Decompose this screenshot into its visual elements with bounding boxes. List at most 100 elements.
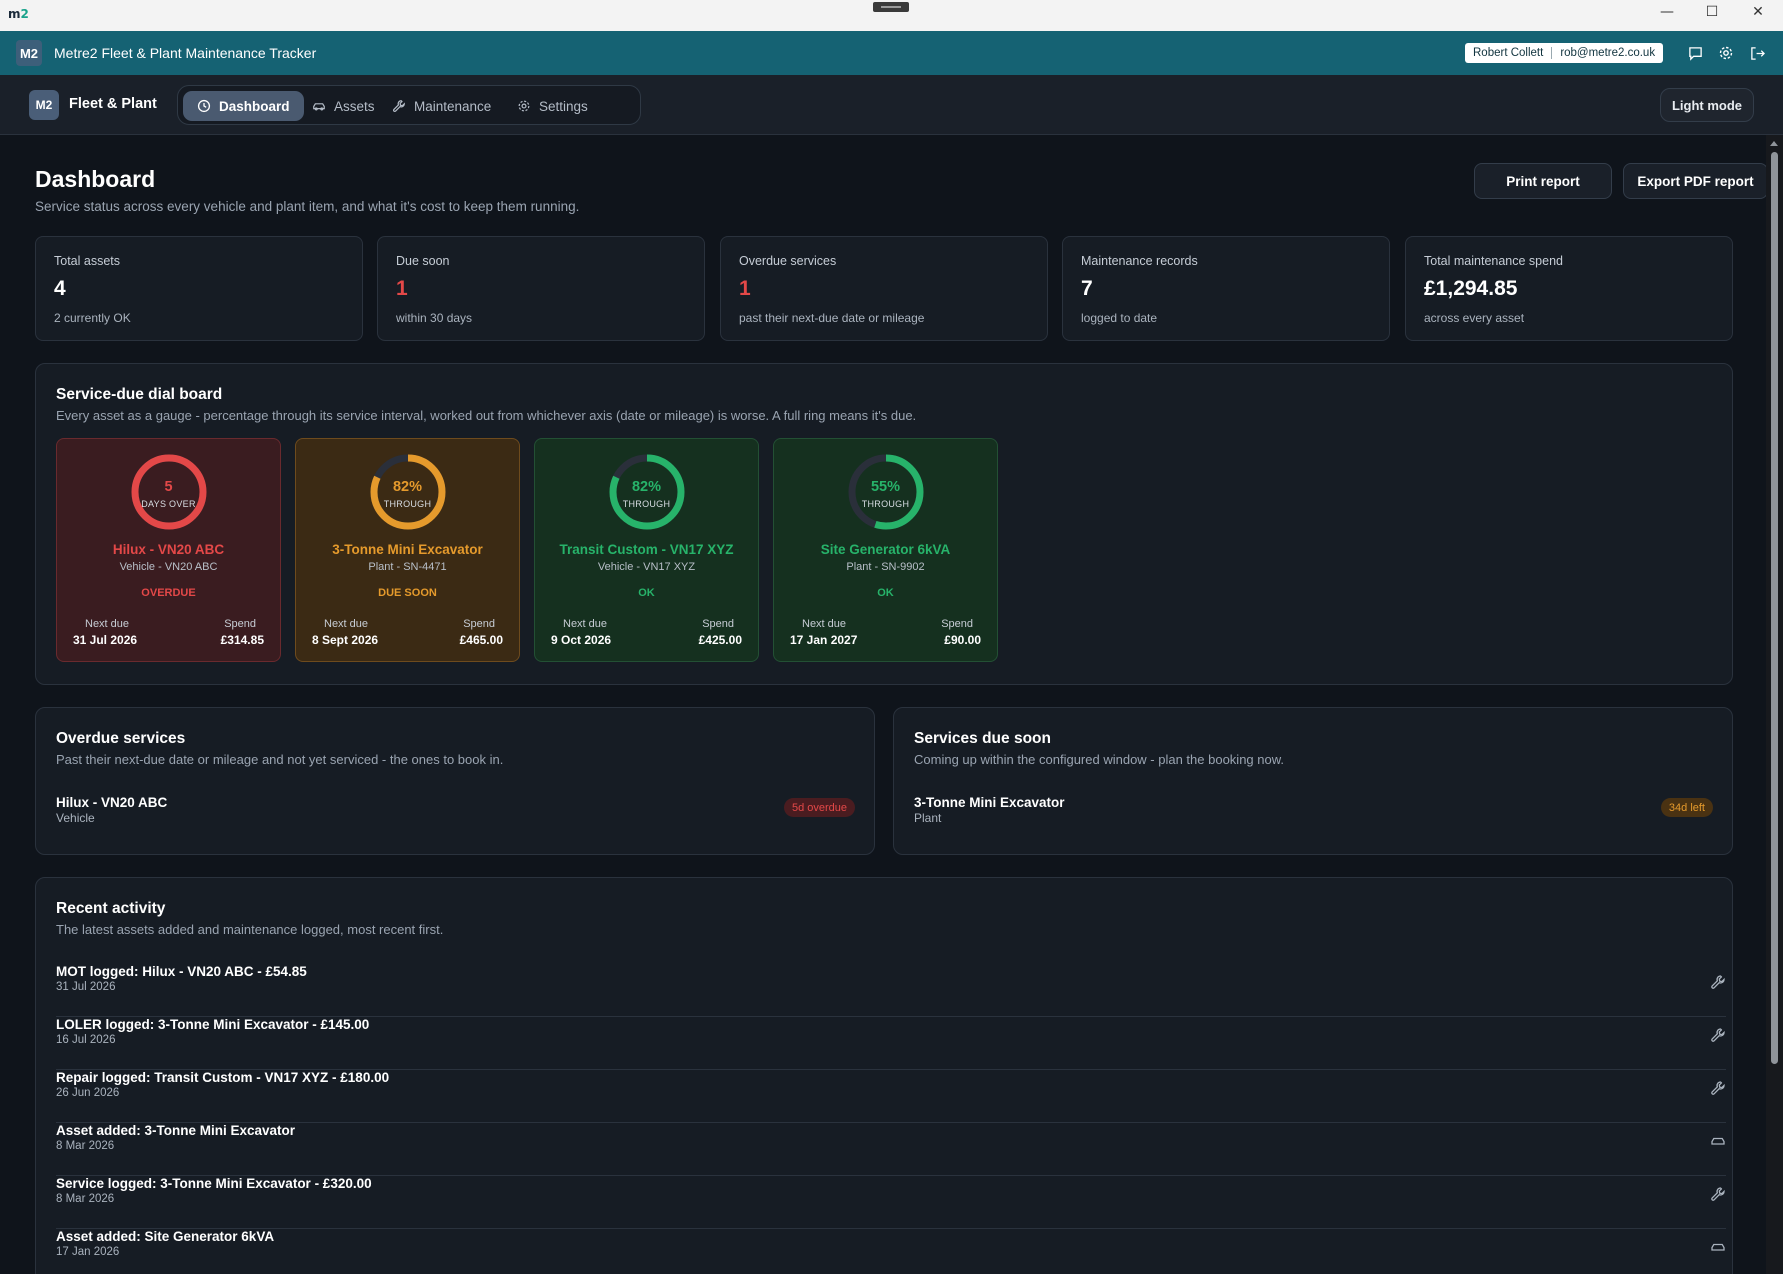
section-title: Service-due dial board — [56, 386, 223, 403]
asset-type: Plant - SN-9902 — [846, 561, 925, 573]
activity-text: Asset added: 3-Tonne Mini Excavator — [56, 1123, 296, 1138]
app-badge: M2 — [16, 40, 42, 66]
overdue-item-type: Vehicle — [56, 811, 95, 825]
spend-label: Spend — [702, 618, 734, 630]
maximize-button[interactable]: ☐ — [1700, 4, 1724, 20]
stat-due-soon: Due soon 1 within 30 days — [377, 236, 705, 341]
activity-text: Repair logged: Transit Custom - VN17 XYZ… — [56, 1070, 390, 1085]
due-soon-panel: Services due soon Coming up within the c… — [893, 707, 1733, 855]
tab-settings[interactable]: Settings — [503, 91, 602, 121]
wrench-icon — [392, 100, 405, 113]
dial-board: Service-due dial board Every asset as a … — [35, 363, 1733, 685]
spend-value: £425.00 — [698, 633, 742, 647]
next-due-label: Next due — [324, 618, 369, 630]
asset-type: Plant - SN-4471 — [368, 561, 447, 573]
logout-icon[interactable] — [1747, 43, 1767, 63]
overdue-badge: 5d overdue — [783, 798, 855, 817]
dial-value: 82% — [631, 479, 662, 495]
section-desc: Coming up within the configured window -… — [914, 752, 1285, 767]
print-report-button[interactable]: Print report — [1474, 163, 1612, 199]
next-due-value: 9 Oct 2026 — [551, 633, 612, 647]
asset-name: Hilux - VN20 ABC — [112, 542, 225, 557]
activity-date: 17 Jan 2026 — [56, 1246, 120, 1258]
asset-name: Site Generator 6kVA — [820, 542, 951, 557]
close-button[interactable]: ✕ — [1746, 4, 1770, 20]
stat-total-assets: Total assets 4 2 currently OK — [35, 236, 363, 341]
tab-assets[interactable]: Assets — [298, 91, 389, 121]
asset-name: Transit Custom - VN17 XYZ — [559, 542, 734, 557]
next-due-label: Next due — [85, 618, 130, 630]
spend-label: Spend — [463, 618, 495, 630]
spend-label: Spend — [224, 618, 256, 630]
section-desc: The latest assets added and maintenance … — [56, 922, 444, 937]
gear-icon — [518, 100, 530, 112]
activity-text: Asset added: Site Generator 6kVA — [56, 1229, 275, 1244]
dial-card[interactable]: 82% THROUGH Transit Custom - VN17 XYZ Vehic… — [534, 438, 759, 662]
next-due-label: Next due — [563, 618, 608, 630]
drag-handle[interactable] — [873, 2, 909, 12]
dial-card[interactable]: 5 DAYS OVER Hilux - VN20 ABC Vehicle - VN20… — [56, 438, 281, 662]
overdue-item-name[interactable]: Hilux - VN20 ABC — [56, 795, 167, 810]
page-title: Dashboard — [35, 166, 156, 192]
asset-type: Vehicle - VN20 ABC — [119, 561, 218, 573]
next-due-value: 31 Jul 2026 — [73, 633, 138, 647]
tab-dashboard[interactable]: Dashboard — [183, 91, 304, 121]
car-icon — [313, 103, 325, 111]
activity-row[interactable]: Service logged: 3-Tonne Mini Excavator -… — [56, 1176, 1726, 1229]
spend-value: £90.00 — [944, 633, 981, 647]
window-titlebar: m2 — ☐ ✕ — [0, 0, 1783, 31]
wrench-icon — [1711, 975, 1725, 989]
activity-row[interactable]: LOLER logged: 3-Tonne Mini Excavator - £… — [56, 1017, 1726, 1070]
next-due-value: 8 Sept 2026 — [312, 633, 379, 647]
scroll-thumb[interactable] — [1771, 152, 1778, 1064]
main-nav: M2 Fleet & Plant Dashboard Assets Mainte… — [0, 75, 1783, 135]
next-due-label: Next due — [802, 618, 847, 630]
section-title: Services due soon — [914, 730, 1051, 747]
gear-icon[interactable] — [1716, 43, 1736, 63]
scroll-up-arrow[interactable] — [1770, 141, 1778, 146]
user-name: Robert Collett — [1473, 47, 1544, 59]
section-desc: Every asset as a gauge - percentage thro… — [56, 408, 917, 423]
dial-value: 82% — [392, 479, 423, 495]
overdue-panel: Overdue services Past their next-due dat… — [35, 707, 875, 855]
vehicle-icon — [1711, 1137, 1725, 1145]
stat-overdue: Overdue services 1 past their next-due d… — [720, 236, 1048, 341]
vehicle-icon — [1711, 1243, 1725, 1251]
activity-row[interactable]: Asset added: Site Generator 6kVA 17 Jan 2… — [56, 1229, 1726, 1274]
nav-tabs: Dashboard Assets Maintenance Settings — [177, 85, 641, 125]
activity-text: Service logged: 3-Tonne Mini Excavator -… — [56, 1176, 372, 1191]
section-title: Recent activity — [56, 900, 166, 917]
export-pdf-button[interactable]: Export PDF report — [1623, 163, 1766, 199]
activity-date: 16 Jul 2026 — [56, 1034, 116, 1046]
due-soon-item-name[interactable]: 3-Tonne Mini Excavator — [914, 795, 1065, 810]
dial-unit: DAYS OVER — [141, 499, 196, 509]
spend-label: Spend — [941, 618, 973, 630]
app-header: M2 Metre2 Fleet & Plant Maintenance Trac… — [0, 31, 1783, 75]
light-mode-button[interactable]: Light mode — [1660, 88, 1754, 122]
activity-text: LOLER logged: 3-Tonne Mini Excavator - £… — [56, 1017, 370, 1032]
dial-unit: THROUGH — [383, 499, 432, 509]
recent-activity: Recent activity The latest assets added … — [35, 877, 1733, 1274]
activity-row[interactable]: Repair logged: Transit Custom - VN17 XYZ… — [56, 1070, 1726, 1123]
minimize-button[interactable]: — — [1655, 4, 1679, 20]
nav-brand: Fleet & Plant — [69, 96, 157, 112]
dial-card[interactable]: 55% THROUGH Site Generator 6kVA Plant - SN-… — [773, 438, 998, 662]
dial-unit: THROUGH — [861, 499, 910, 509]
tab-maintenance[interactable]: Maintenance — [378, 91, 505, 121]
divider — [1551, 47, 1553, 59]
nav-badge: M2 — [29, 90, 59, 120]
user-chip[interactable]: Robert Collett rob@metre2.co.uk — [1465, 43, 1664, 63]
status-badge: OK — [638, 587, 655, 599]
activity-row[interactable]: MOT logged: Hilux - VN20 ABC - £54.85 31 … — [56, 964, 1726, 1017]
activity-date: 8 Mar 2026 — [56, 1193, 115, 1205]
asset-type: Vehicle - VN17 XYZ — [597, 561, 696, 573]
scrollbar[interactable] — [1766, 135, 1783, 1274]
status-badge: OK — [877, 587, 894, 599]
wrench-icon — [1711, 1081, 1725, 1095]
activity-row[interactable]: Asset added: 3-Tonne Mini Excavator 8 Mar… — [56, 1123, 1726, 1176]
chat-icon[interactable] — [1685, 43, 1705, 63]
activity-text: MOT logged: Hilux - VN20 ABC - £54.85 — [56, 964, 307, 979]
due-soon-item-type: Plant — [914, 811, 942, 825]
spend-value: £314.85 — [220, 633, 264, 647]
dial-card[interactable]: 82% THROUGH 3-Tonne Mini Excavator Plant - … — [295, 438, 520, 662]
